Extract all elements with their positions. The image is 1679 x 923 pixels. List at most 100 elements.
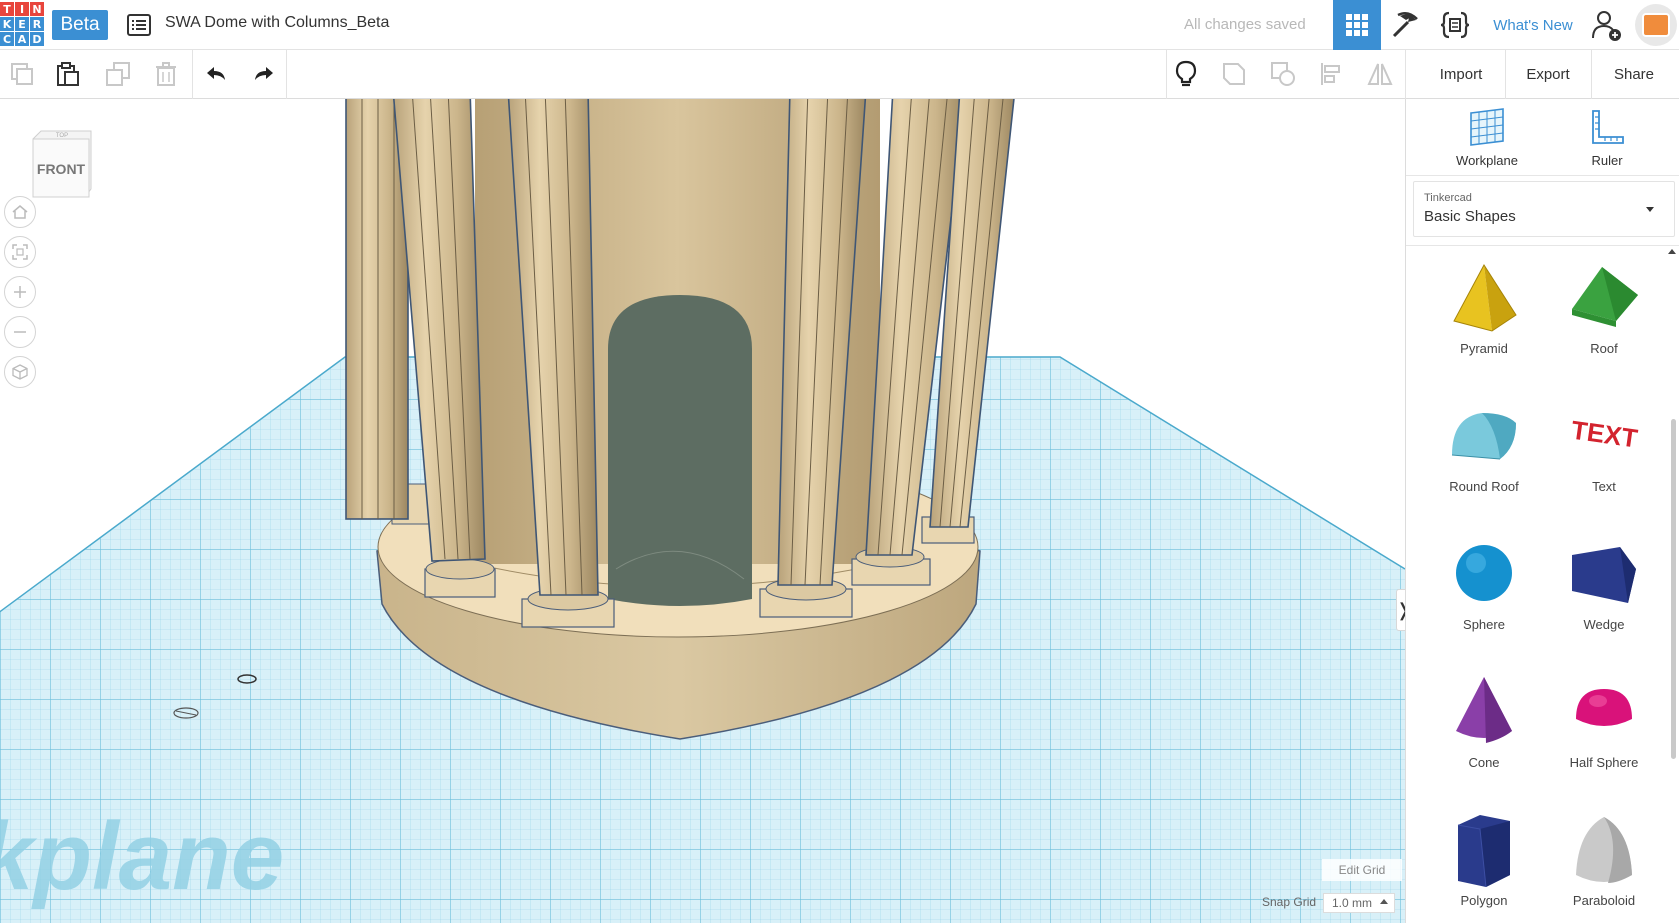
paste-button[interactable] [48,54,88,94]
duplicate-icon [106,62,130,86]
panel-scrollbar[interactable] [1671,419,1676,759]
zoom-out-button[interactable] [4,316,36,348]
snap-grid-select[interactable]: 1.0 mm [1323,893,1395,913]
shape-label: Roof [1590,341,1618,356]
design-title[interactable]: SWA Dome with Columns_Beta [165,14,389,32]
lightbulb-icon [1175,60,1197,87]
logo-letter: E [15,17,29,31]
top-bar: T I N K E R C A D Beta SWA Dome with Col… [0,0,1679,50]
polygon-icon [1457,815,1510,888]
duplicate-button[interactable] [98,54,138,94]
ruler-icon [1592,110,1624,144]
ruler-label: Ruler [1591,153,1623,168]
shape-text[interactable]: TEXT Text [1544,397,1664,517]
ruler-button[interactable]: Ruler [1552,107,1662,171]
panel-divider [1406,245,1679,246]
design-list-icon[interactable] [126,12,152,38]
snap-grid-value: 1.0 mm [1332,896,1373,910]
shape-label: Pyramid [1460,341,1508,356]
roof-icon [1572,267,1638,327]
logo-letter: D [30,32,44,46]
codeblocks-view-button[interactable] [1431,0,1479,50]
collapse-panel-button[interactable]: ❭ [1396,589,1405,631]
logo-letter: N [30,2,44,16]
shape-label: Cone [1468,755,1500,770]
group-icon [1223,63,1245,85]
align-icon [1321,63,1340,85]
edit-grid-button[interactable]: Edit Grid [1322,859,1402,881]
tinkercad-logo[interactable]: T I N K E R C A D [0,2,44,46]
delete-button[interactable] [146,54,186,94]
view-cube[interactable]: TOP FRONT [29,129,93,201]
align-button[interactable] [1312,54,1352,94]
mirror-button[interactable] [1360,54,1400,94]
scroll-up-icon[interactable] [1668,249,1676,254]
shape-label: Sphere [1463,617,1505,632]
shapes-panel: Workplane Ruler Tinkercad Basic Shapes P… [1405,99,1679,923]
shape-label: Text [1592,479,1616,494]
logo-letter: K [0,17,14,31]
notes-button[interactable] [1166,54,1206,94]
share-button[interactable]: Share [1592,56,1676,92]
ungroup-button[interactable] [1263,54,1303,94]
shape-sphere[interactable]: Sphere [1424,535,1544,655]
workplane-icon [1470,108,1504,146]
add-user-button[interactable] [1584,0,1630,50]
zoom-in-button[interactable] [4,276,36,308]
home-view-button[interactable] [4,196,36,228]
3d-design-view-button[interactable] [1333,0,1381,50]
whats-new-link[interactable]: What's New [1485,0,1581,50]
undo-button[interactable] [196,54,236,94]
arched-doorway [608,295,752,606]
sphere-icon [1456,545,1512,601]
fit-view-button[interactable] [4,236,36,268]
shape-polygon[interactable]: Polygon [1424,811,1544,923]
shape-wedge[interactable]: Wedge [1544,535,1664,655]
chevron-right-icon: ❭ [1396,600,1405,621]
cube-icon [12,364,28,380]
workplane-label: Workplane [1456,153,1518,168]
grid-icon [1346,14,1368,36]
workplane-watermark: kplane [0,803,284,910]
shape-roof[interactable]: Roof [1544,259,1664,379]
copy-button[interactable] [2,54,42,94]
view-cube-front-label: FRONT [37,161,86,177]
import-button[interactable]: Import [1418,56,1504,92]
export-button[interactable]: Export [1506,56,1590,92]
shape-cone[interactable]: Cone [1424,673,1544,793]
text-shape-icon: TEXT [1569,415,1639,454]
workplane-button[interactable]: Workplane [1432,107,1542,171]
toolbar-divider [1405,50,1406,99]
shape-label: Round Roof [1449,479,1519,494]
edit-toolbar: Import Export Share [0,50,1679,99]
redo-button[interactable] [244,54,284,94]
pickaxe-icon [1392,11,1418,38]
caret-down-icon [1646,207,1654,212]
minecraft-view-button[interactable] [1381,0,1429,50]
3d-viewport[interactable]: kplane TOP FRONT Edit Grid Snap Grid 1.0… [0,99,1405,923]
perspective-button[interactable] [4,356,36,388]
shape-paraboloid[interactable]: Paraboloid [1544,811,1664,923]
3d-scene[interactable]: kplane [0,99,1405,923]
half-sphere-icon [1576,689,1632,726]
snap-grid-label: Snap Grid [1262,895,1317,909]
trash-icon [156,62,176,86]
toolbar-divider [286,50,287,99]
caret-up-icon [1380,899,1388,904]
shape-pyramid[interactable]: Pyramid [1424,259,1544,379]
beta-badge[interactable]: Beta [52,10,108,40]
minus-icon [14,331,26,333]
shape-library-dropdown[interactable]: Tinkercad Basic Shapes [1413,181,1675,237]
library-source: Tinkercad [1424,192,1472,204]
paste-icon [57,62,79,86]
save-status: All changes saved [1184,16,1306,33]
shape-round-roof[interactable]: Round Roof [1424,397,1544,517]
group-button[interactable] [1214,54,1254,94]
logo-letter: A [15,32,29,46]
fit-icon [12,244,28,260]
library-name: Basic Shapes [1424,208,1516,225]
user-avatar[interactable] [1635,4,1677,46]
plus-icon [14,286,26,298]
shape-half-sphere[interactable]: Half Sphere [1544,673,1664,793]
logo-letter: R [30,17,44,31]
